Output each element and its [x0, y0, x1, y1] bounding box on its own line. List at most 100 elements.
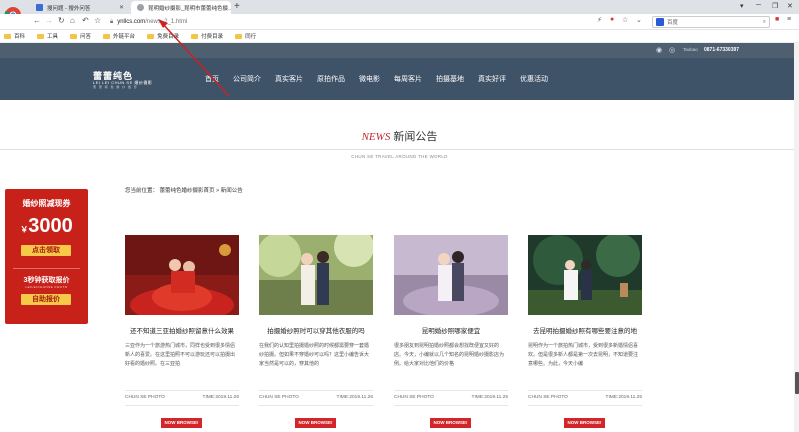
promo-float-banner[interactable]: 婚纱照减现券 ￥3000 点击领取 3秒钟获取报价 LEILEICHUNSE P…: [5, 189, 88, 324]
self-quote-button[interactable]: 自助报价: [21, 294, 71, 305]
nav-item-weekly[interactable]: 每周客片: [394, 74, 422, 84]
taobao-link[interactable]: Taobao: [683, 47, 698, 52]
lightning-icon[interactable]: ⚡: [597, 16, 602, 24]
news-card[interactable]: 昆明婚纱照哪家便宜 很多朋友到昆明拍婚纱照都会想找既便宜又好的店。今天，小编就以…: [394, 235, 508, 430]
back-icon[interactable]: ←: [33, 16, 41, 25]
security-icon: 🔒︎: [110, 18, 114, 25]
tab-favicon-icon: [36, 4, 43, 11]
new-tab-icon[interactable]: +: [234, 1, 240, 12]
search-icon[interactable]: ⌕: [763, 19, 766, 26]
search-engine-box[interactable]: 百度 ⌕: [652, 16, 770, 28]
nav-item-promotions[interactable]: 优惠活动: [520, 74, 548, 84]
nav-item-reviews[interactable]: 真实好评: [478, 74, 506, 84]
dropdown-icon[interactable]: ⌄: [636, 16, 642, 24]
extension-icon[interactable]: ●: [610, 16, 614, 23]
claim-button[interactable]: 点击领取: [21, 245, 71, 256]
page-title-cn: 新闻公告: [393, 131, 438, 143]
site-logo-sub2: 蕾 蕾 纯 色 婚 纱 摄 影: [93, 85, 138, 89]
forward-icon[interactable]: →: [45, 16, 53, 25]
reload-icon[interactable]: ↻: [58, 16, 65, 25]
divider: [259, 405, 373, 406]
bookmark-item[interactable]: 同行: [235, 32, 256, 40]
phone-number: 0871-67330397: [704, 47, 740, 53]
news-card[interactable]: 去昆明拍摄婚纱照有哪些要注意的地 昆明作为一个旅拍热门城市，受到很多新婚情侣喜欢…: [528, 235, 642, 430]
favorite-icon[interactable]: ☆: [622, 16, 628, 24]
divider: [125, 405, 239, 406]
promo-divider: [13, 268, 80, 269]
minimize-icon[interactable]: ─: [756, 2, 761, 9]
news-card-title[interactable]: 去昆明拍摄婚纱照有哪些要注意的地: [528, 325, 642, 335]
now-browse-button[interactable]: NOW BROWSE!: [161, 418, 202, 428]
page-subtitle: CHUN SE TRAVEL AROUND THE WORLD: [351, 154, 448, 159]
news-card-title[interactable]: 拍摄婚纱照时可以穿其他衣服的吗: [259, 325, 373, 335]
bookmark-star-icon[interactable]: ☆: [94, 16, 101, 25]
promo-amount: ￥3000: [20, 215, 73, 237]
bookmark-item[interactable]: 外链平台: [103, 32, 135, 40]
news-card-source: CHUN SE PHOTO: [259, 395, 299, 400]
breadcrumb[interactable]: 您当前位置： 蕾蕾纯色婚纱摄影首页 > 新闻公告: [125, 186, 243, 194]
news-card-photo[interactable]: [528, 235, 642, 315]
promo-quote-text: 3秒钟获取报价: [23, 277, 70, 284]
tab-label: 搜问题 - 搜外问答: [47, 5, 91, 12]
bookmark-item[interactable]: 免费目录: [147, 32, 179, 40]
divider: [394, 390, 508, 391]
scrollbar-thumb[interactable]: [795, 372, 799, 394]
menu-icon[interactable]: ▾: [740, 2, 744, 10]
now-browse-button[interactable]: NOW BROWSE!: [295, 418, 336, 428]
news-card-excerpt: 很多朋友到昆明拍婚纱照都会想找既便宜又好的店。今天，小编就以几个知名的昆明婚纱摄…: [394, 343, 505, 367]
nav-item-micro-film[interactable]: 微电影: [359, 74, 380, 84]
divider: [528, 390, 642, 391]
folder-icon: [37, 33, 45, 39]
now-browse-button[interactable]: NOW BROWSE!: [564, 418, 605, 428]
close-tab-icon[interactable]: ✕: [115, 4, 124, 11]
news-card-time: TIME:2019.11.26: [336, 395, 373, 400]
news-card-photo[interactable]: [125, 235, 239, 315]
undo-icon[interactable]: ↶: [82, 16, 89, 25]
news-card-time: TIME:2019.11.25: [605, 395, 642, 400]
browser-toolbar: ← → ↻ ⌂ ↶ ☆ 🔒︎ ynllcs.com /news_2_1.html…: [0, 14, 799, 30]
news-card[interactable]: 拍摄婚纱照时可以穿其他衣服的吗 在我们的认知里拍摄婚纱照的时候都需要穿一套婚纱拍…: [259, 235, 373, 430]
site-top-strip: ◉ ◎ Taobao 0871-67330397: [0, 43, 799, 58]
bookmark-item[interactable]: 工具: [37, 32, 58, 40]
baidu-icon: [656, 18, 664, 26]
maximize-icon[interactable]: ❐: [772, 2, 778, 10]
page-title-en: NEWS: [361, 131, 391, 143]
close-window-icon[interactable]: ✕: [787, 2, 793, 10]
tab-current-page[interactable]: 昆明婚纱摄影_昆明市蕾蕾纯色摄… ✕: [131, 1, 231, 14]
news-card-source: CHUN SE PHOTO: [528, 395, 568, 400]
news-card-excerpt: 在我们的认知里拍摄婚纱照的时候都需要穿一套婚纱拍摄。但如果不穿婚纱可以吗？这里小…: [259, 343, 370, 367]
folder-icon: [103, 33, 111, 39]
browser-tab-bar: 搜问题 - 搜外问答 ✕ 昆明婚纱摄影_昆明市蕾蕾纯色摄… ✕ + ▾ ─ ❐ …: [0, 0, 799, 24]
bookmark-item[interactable]: 百科: [4, 32, 25, 40]
news-card[interactable]: 还不知道三亚拍婚纱照留意什么效果 三亚作为一个旅游热门城市，同样也受到很多情侣新…: [125, 235, 239, 430]
weibo-icon[interactable]: ◎: [669, 46, 675, 54]
bookmark-item[interactable]: 付费目录: [191, 32, 223, 40]
divider: [259, 390, 373, 391]
now-browse-button[interactable]: NOW BROWSE!: [430, 418, 471, 428]
folder-icon: [235, 33, 243, 39]
tab-label: 昆明婚纱摄影_昆明市蕾蕾纯色摄…: [148, 5, 231, 12]
nav-item-about[interactable]: 公司简介: [233, 74, 261, 84]
folder-icon: [4, 33, 11, 39]
address-bar[interactable]: 🔒︎ ynllcs.com /news_2_1.html: [110, 16, 650, 28]
nav-item-originals[interactable]: 原拍作品: [317, 74, 345, 84]
promo-title: 婚纱照减现券: [22, 199, 71, 208]
news-card-excerpt: 三亚作为一个旅游热门城市，同样也受到很多情侣新人的喜爱。在这里拍照不可以游玩还可…: [125, 343, 236, 367]
news-card-title[interactable]: 还不知道三亚拍婚纱照留意什么效果: [125, 325, 239, 335]
nav-item-base[interactable]: 拍摄基地: [436, 74, 464, 84]
nav-item-home[interactable]: 首页: [205, 74, 219, 84]
news-card-title[interactable]: 昆明婚纱照哪家便宜: [394, 325, 508, 335]
divider: [0, 149, 799, 150]
site-navbar: 蕾蕾纯色 LEI LEI CHUN SE 婚纱摄影 蕾 蕾 纯 色 婚 纱 摄 …: [0, 58, 799, 100]
news-card-photo[interactable]: [394, 235, 508, 315]
plugin-icon[interactable]: ■: [775, 16, 779, 23]
bookmark-item[interactable]: 问答: [70, 32, 91, 40]
wechat-icon[interactable]: ◉: [656, 46, 662, 54]
home-icon[interactable]: ⌂: [70, 16, 75, 25]
nav-item-real-clients[interactable]: 真实客片: [275, 74, 303, 84]
menu-lines-icon[interactable]: ≡: [787, 16, 791, 23]
tab-search-questions[interactable]: 搜问题 - 搜外问答 ✕: [30, 1, 130, 14]
news-card-photo[interactable]: [259, 235, 373, 315]
search-placeholder: 百度: [667, 20, 679, 26]
divider: [528, 405, 642, 406]
